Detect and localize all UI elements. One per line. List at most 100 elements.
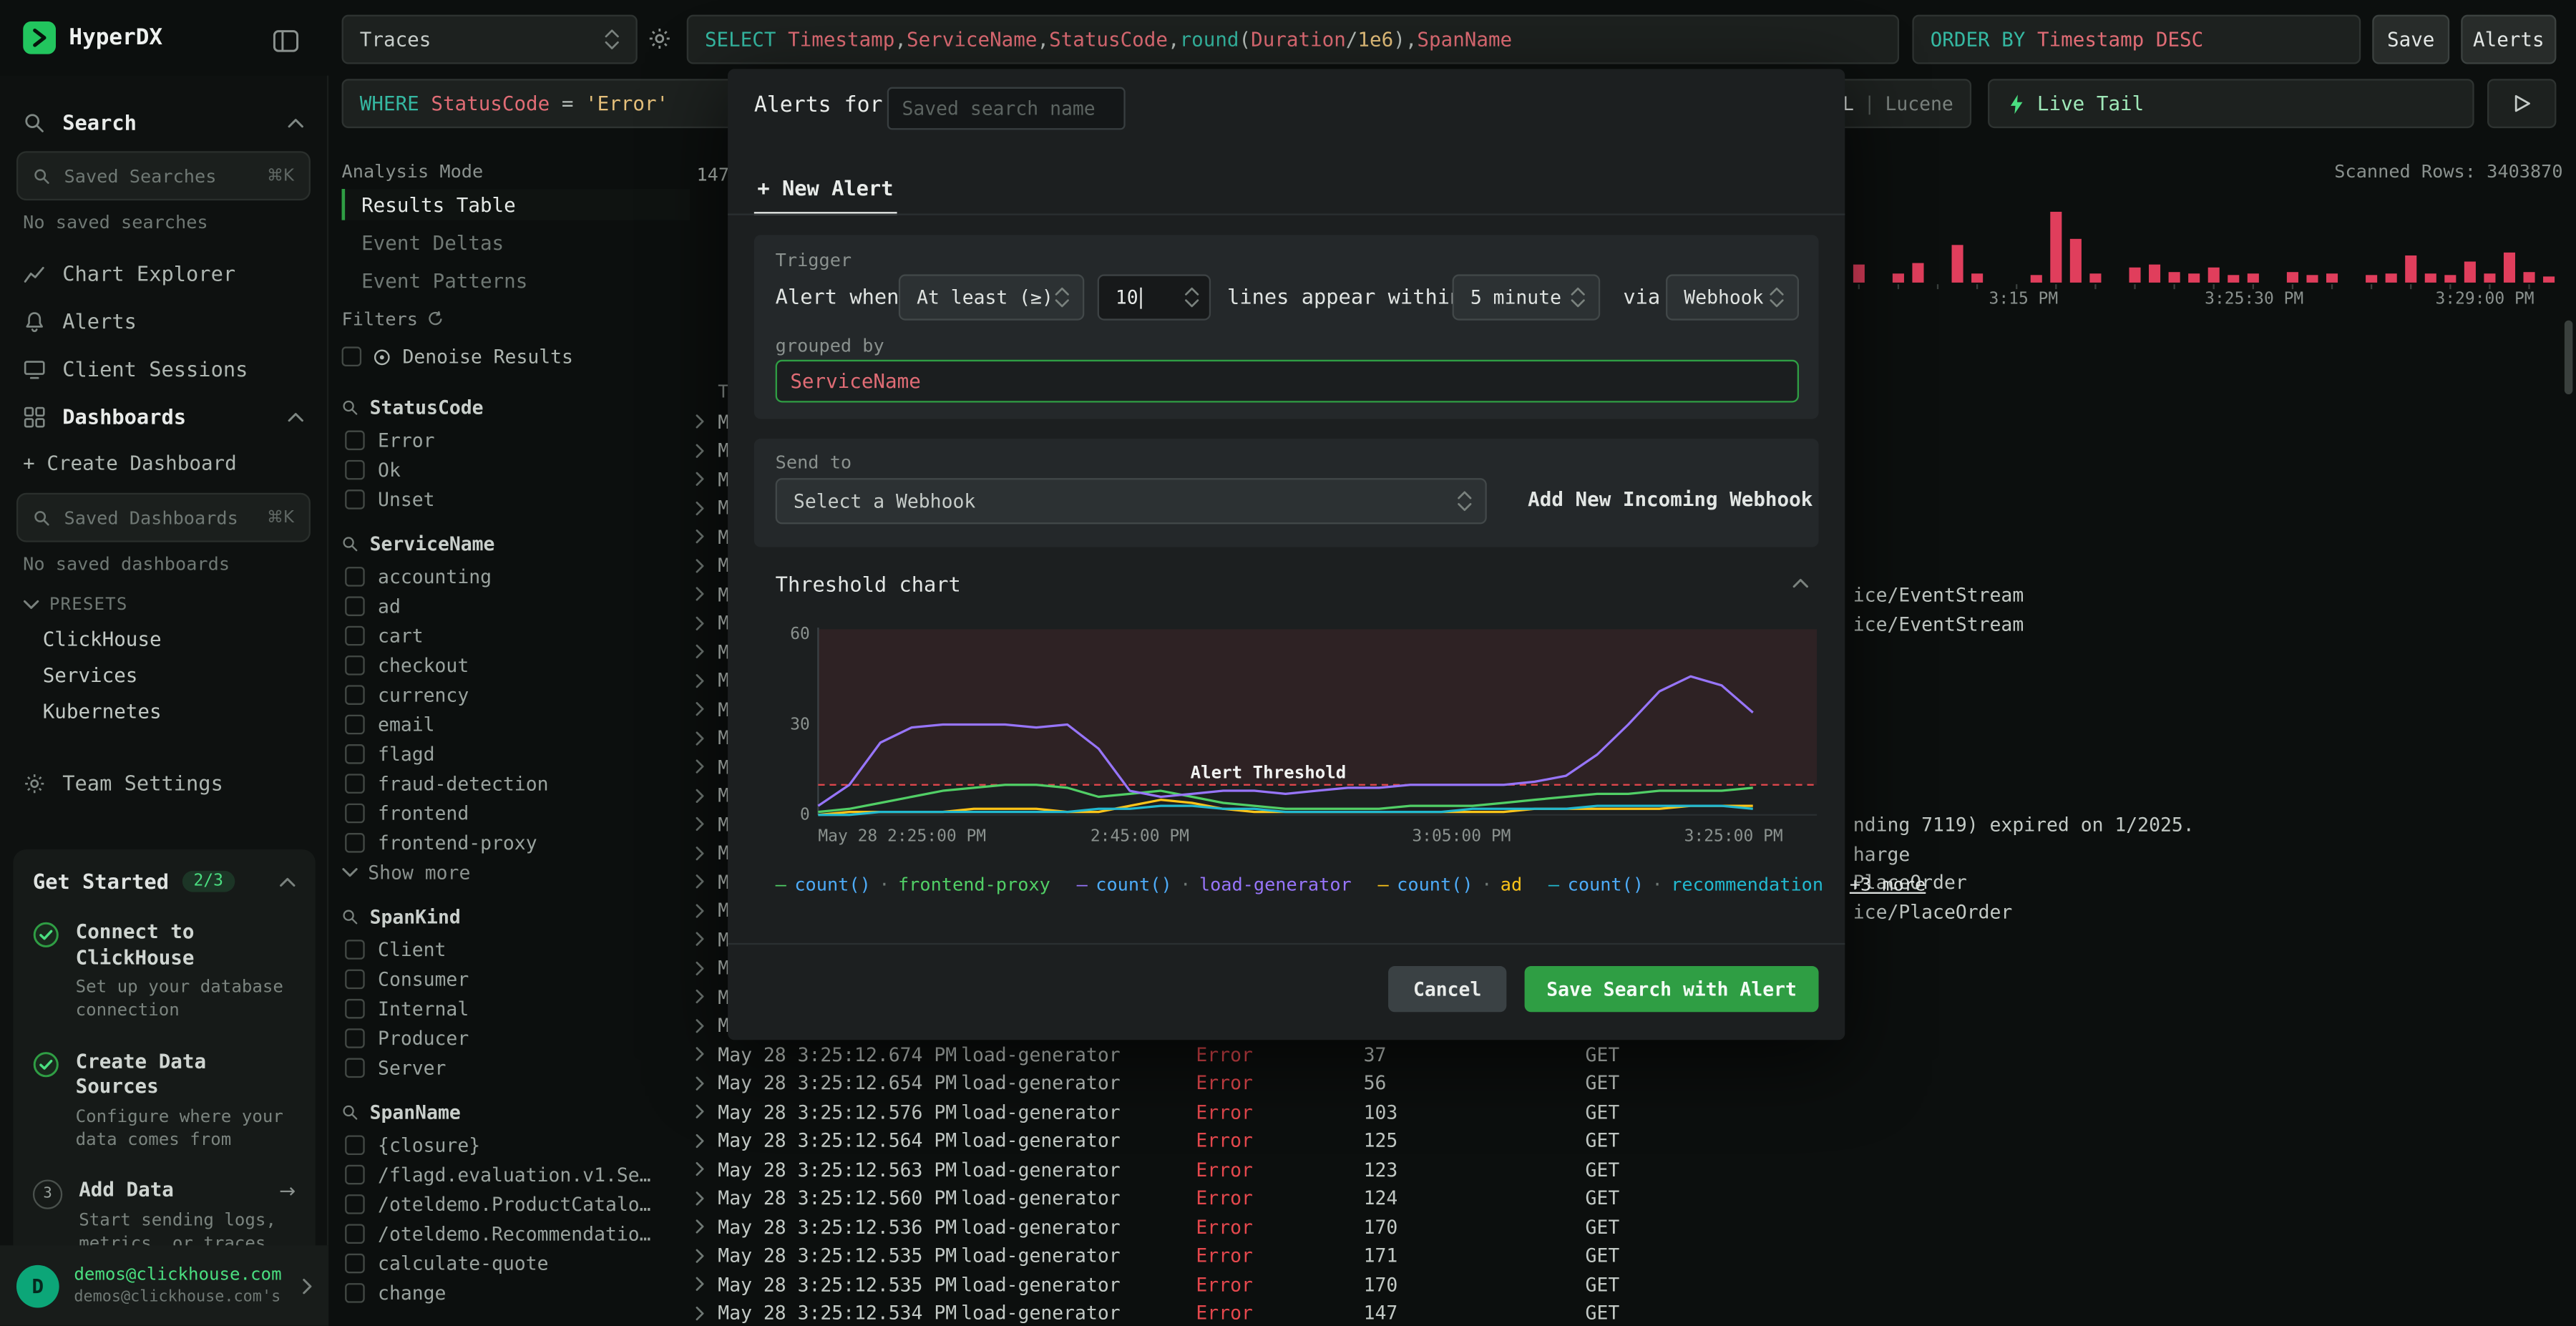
number-spinner-icon[interactable] <box>1184 286 1199 308</box>
live-tail-button[interactable]: Live Tail <box>1988 79 2474 129</box>
table-row[interactable]: May 28 3:25:12.674 PM load-generator Error… <box>690 1040 2576 1068</box>
facet-value[interactable]: /flagd.evaluation.v1.Se… <box>342 1160 680 1189</box>
legend-entry[interactable]: — count() · load-generator <box>1077 874 1352 895</box>
saved-search-name-input[interactable] <box>887 87 1126 130</box>
sidebar-item-clickhouse[interactable]: ClickHouse <box>0 621 327 658</box>
facet-value[interactable]: Server <box>342 1053 680 1083</box>
analysis-mode-results-table[interactable]: Results Table <box>341 189 691 220</box>
get-started-item-datasources[interactable]: Create Data Sources Configure where your… <box>33 1049 296 1152</box>
facet-value[interactable]: {closure} <box>342 1131 680 1160</box>
threshold-value-input[interactable]: 10 <box>1097 274 1211 321</box>
table-row[interactable]: May 28 3:25:12.654 PM load-generator Error… <box>690 1068 2576 1097</box>
analysis-mode-event-deltas[interactable]: Event Deltas <box>342 227 691 258</box>
user-menu[interactable]: D demos@clickhouse.com demos@clickhouse.… <box>0 1245 329 1326</box>
table-row[interactable]: May 28 3:25:12.560 PM load-generator Error… <box>690 1184 2576 1212</box>
results-histogram-chart: 3:15 PM 3:25:30 PM 3:29:00 PM <box>1853 184 2563 306</box>
checkbox <box>345 1135 365 1156</box>
facet-value[interactable]: Ok <box>342 455 680 484</box>
sidebar-item-dashboards[interactable]: Dashboards <box>0 393 327 441</box>
save-search-with-alert-button[interactable]: Save Search with Alert <box>1524 965 1819 1013</box>
add-webhook-button[interactable]: Add New Incoming Webhook <box>1528 488 1813 511</box>
play-icon <box>2513 94 2531 114</box>
analysis-mode-event-patterns[interactable]: Event Patterns <box>342 265 691 296</box>
saved-searches-input[interactable]: Saved Searches ⌘K <box>16 151 311 201</box>
table-row[interactable]: May 28 3:25:12.563 PM load-generator Error… <box>690 1155 2576 1184</box>
saved-searches-placeholder: Saved Searches <box>64 165 217 187</box>
channel-select[interactable]: Webhook <box>1666 274 1800 321</box>
facet-value[interactable]: change <box>342 1278 680 1307</box>
sidebar-item-client-sessions[interactable]: Client Sessions <box>0 345 327 393</box>
cancel-button[interactable]: Cancel <box>1388 965 1507 1013</box>
get-started-item-connect[interactable]: Connect to ClickHouse Set up your databa… <box>33 920 296 1023</box>
grouped-by-label: grouped by <box>775 335 884 357</box>
save-button[interactable]: Save <box>2372 14 2450 64</box>
table-row[interactable]: May 28 3:25:12.534 PM load-generator Error… <box>690 1299 2576 1326</box>
facet-value[interactable]: accounting <box>342 562 680 591</box>
create-dashboard-button[interactable]: + Create Dashboard <box>0 440 327 481</box>
facet-value[interactable]: Error <box>342 426 680 455</box>
facet-value[interactable]: cart <box>342 621 680 650</box>
refresh-icon[interactable] <box>428 311 444 327</box>
sidebar-item-kubernetes[interactable]: Kubernetes <box>0 693 327 730</box>
run-query-button[interactable] <box>2487 79 2557 129</box>
facet-value[interactable]: Producer <box>342 1023 680 1053</box>
source-settings-button[interactable] <box>648 26 672 51</box>
sidebar-item-chart-explorer[interactable]: Chart Explorer <box>0 250 327 298</box>
source-select[interactable]: Traces <box>341 14 638 64</box>
mode-lucene[interactable]: Lucene <box>1885 92 1953 115</box>
sidebar-item-search[interactable]: Search <box>0 99 327 147</box>
time-window-select[interactable]: 5 minute <box>1452 274 1601 321</box>
facet-value[interactable]: currency <box>342 681 680 710</box>
presets-section-header[interactable]: PRESETS <box>0 582 327 621</box>
checkbox <box>345 1253 365 1274</box>
facet-value[interactable]: fraud-detection <box>342 769 680 798</box>
alerts-button[interactable]: Alerts <box>2461 14 2557 64</box>
facet-value[interactable]: Client <box>342 935 680 964</box>
facet-value[interactable]: Unset <box>342 484 680 514</box>
query-token-punct: = <box>561 92 586 115</box>
facet-value[interactable]: calculate-quote <box>342 1249 680 1278</box>
grouped-by-input[interactable]: ServiceName <box>775 359 1800 403</box>
show-more-button[interactable]: Show more <box>342 857 680 887</box>
facet-value[interactable]: /oteldemo.ProductCatalo… <box>342 1189 680 1219</box>
chevron-up-icon[interactable] <box>279 877 296 887</box>
expand-row-icon <box>695 990 718 1005</box>
condition-select[interactable]: At least (≥) <box>898 274 1085 321</box>
get-started-item-add-data[interactable]: 3 Add Data → Start sending logs, metrics… <box>32 1178 296 1255</box>
collapse-chart-icon[interactable] <box>1792 578 1809 588</box>
legend-more-button[interactable]: +3 more <box>1850 874 1926 895</box>
table-row[interactable]: May 28 3:25:12.576 PM load-generator Error… <box>690 1098 2576 1126</box>
sql-select-input[interactable]: SELECT Timestamp,ServiceName,StatusCode,… <box>686 14 1900 64</box>
order-by-input[interactable]: ORDER BY Timestamp DESC <box>1912 14 2361 64</box>
saved-dashboards-input[interactable]: Saved Dashboards ⌘K <box>16 492 311 542</box>
facet-value[interactable]: email <box>342 710 680 739</box>
sidebar-item-team-settings[interactable]: Team Settings <box>0 759 327 807</box>
facet-value[interactable]: frontend <box>342 799 680 828</box>
table-row[interactable]: May 28 3:25:12.535 PM load-generator Error… <box>690 1270 2576 1299</box>
facet-value[interactable]: /oteldemo.Recommendatio… <box>342 1219 680 1249</box>
facet-value[interactable]: Internal <box>342 994 680 1023</box>
filters-header: Filters <box>342 302 680 335</box>
facet-value[interactable]: frontend-proxy <box>342 828 680 857</box>
cell-spanname: GET <box>1585 1301 1620 1325</box>
facet-value[interactable]: flagd <box>342 739 680 769</box>
sidebar-item-services[interactable]: Services <box>0 657 327 693</box>
facet-value[interactable]: Consumer <box>342 965 680 994</box>
table-row[interactable]: May 28 3:25:12.535 PM load-generator Error… <box>690 1242 2576 1270</box>
denoise-results-toggle[interactable]: Denoise Results <box>341 335 680 378</box>
legend-entry[interactable]: — count() · recommendation <box>1548 874 1823 895</box>
table-row[interactable]: May 28 3:25:12.536 PM load-generator Error… <box>690 1212 2576 1241</box>
sidebar-item-alerts[interactable]: Alerts <box>0 298 327 346</box>
facet-value[interactable]: ad <box>342 592 680 621</box>
tab-new-alert[interactable]: + New Alert <box>753 165 897 215</box>
legend-entry[interactable]: — count() · frontend-proxy <box>776 874 1050 895</box>
legend-entry[interactable]: — count() · ad <box>1377 874 1522 895</box>
query-token-num: 1e6 <box>1357 28 1394 52</box>
sidebar-collapse-button[interactable] <box>273 29 299 52</box>
scrollbar-thumb[interactable] <box>2564 320 2573 395</box>
expand-row-icon <box>695 558 718 573</box>
divider <box>728 213 1845 215</box>
facet-value[interactable]: checkout <box>342 650 680 680</box>
table-row[interactable]: May 28 3:25:12.564 PM load-generator Error… <box>690 1126 2576 1155</box>
webhook-select[interactable]: Select a Webhook <box>775 478 1487 525</box>
